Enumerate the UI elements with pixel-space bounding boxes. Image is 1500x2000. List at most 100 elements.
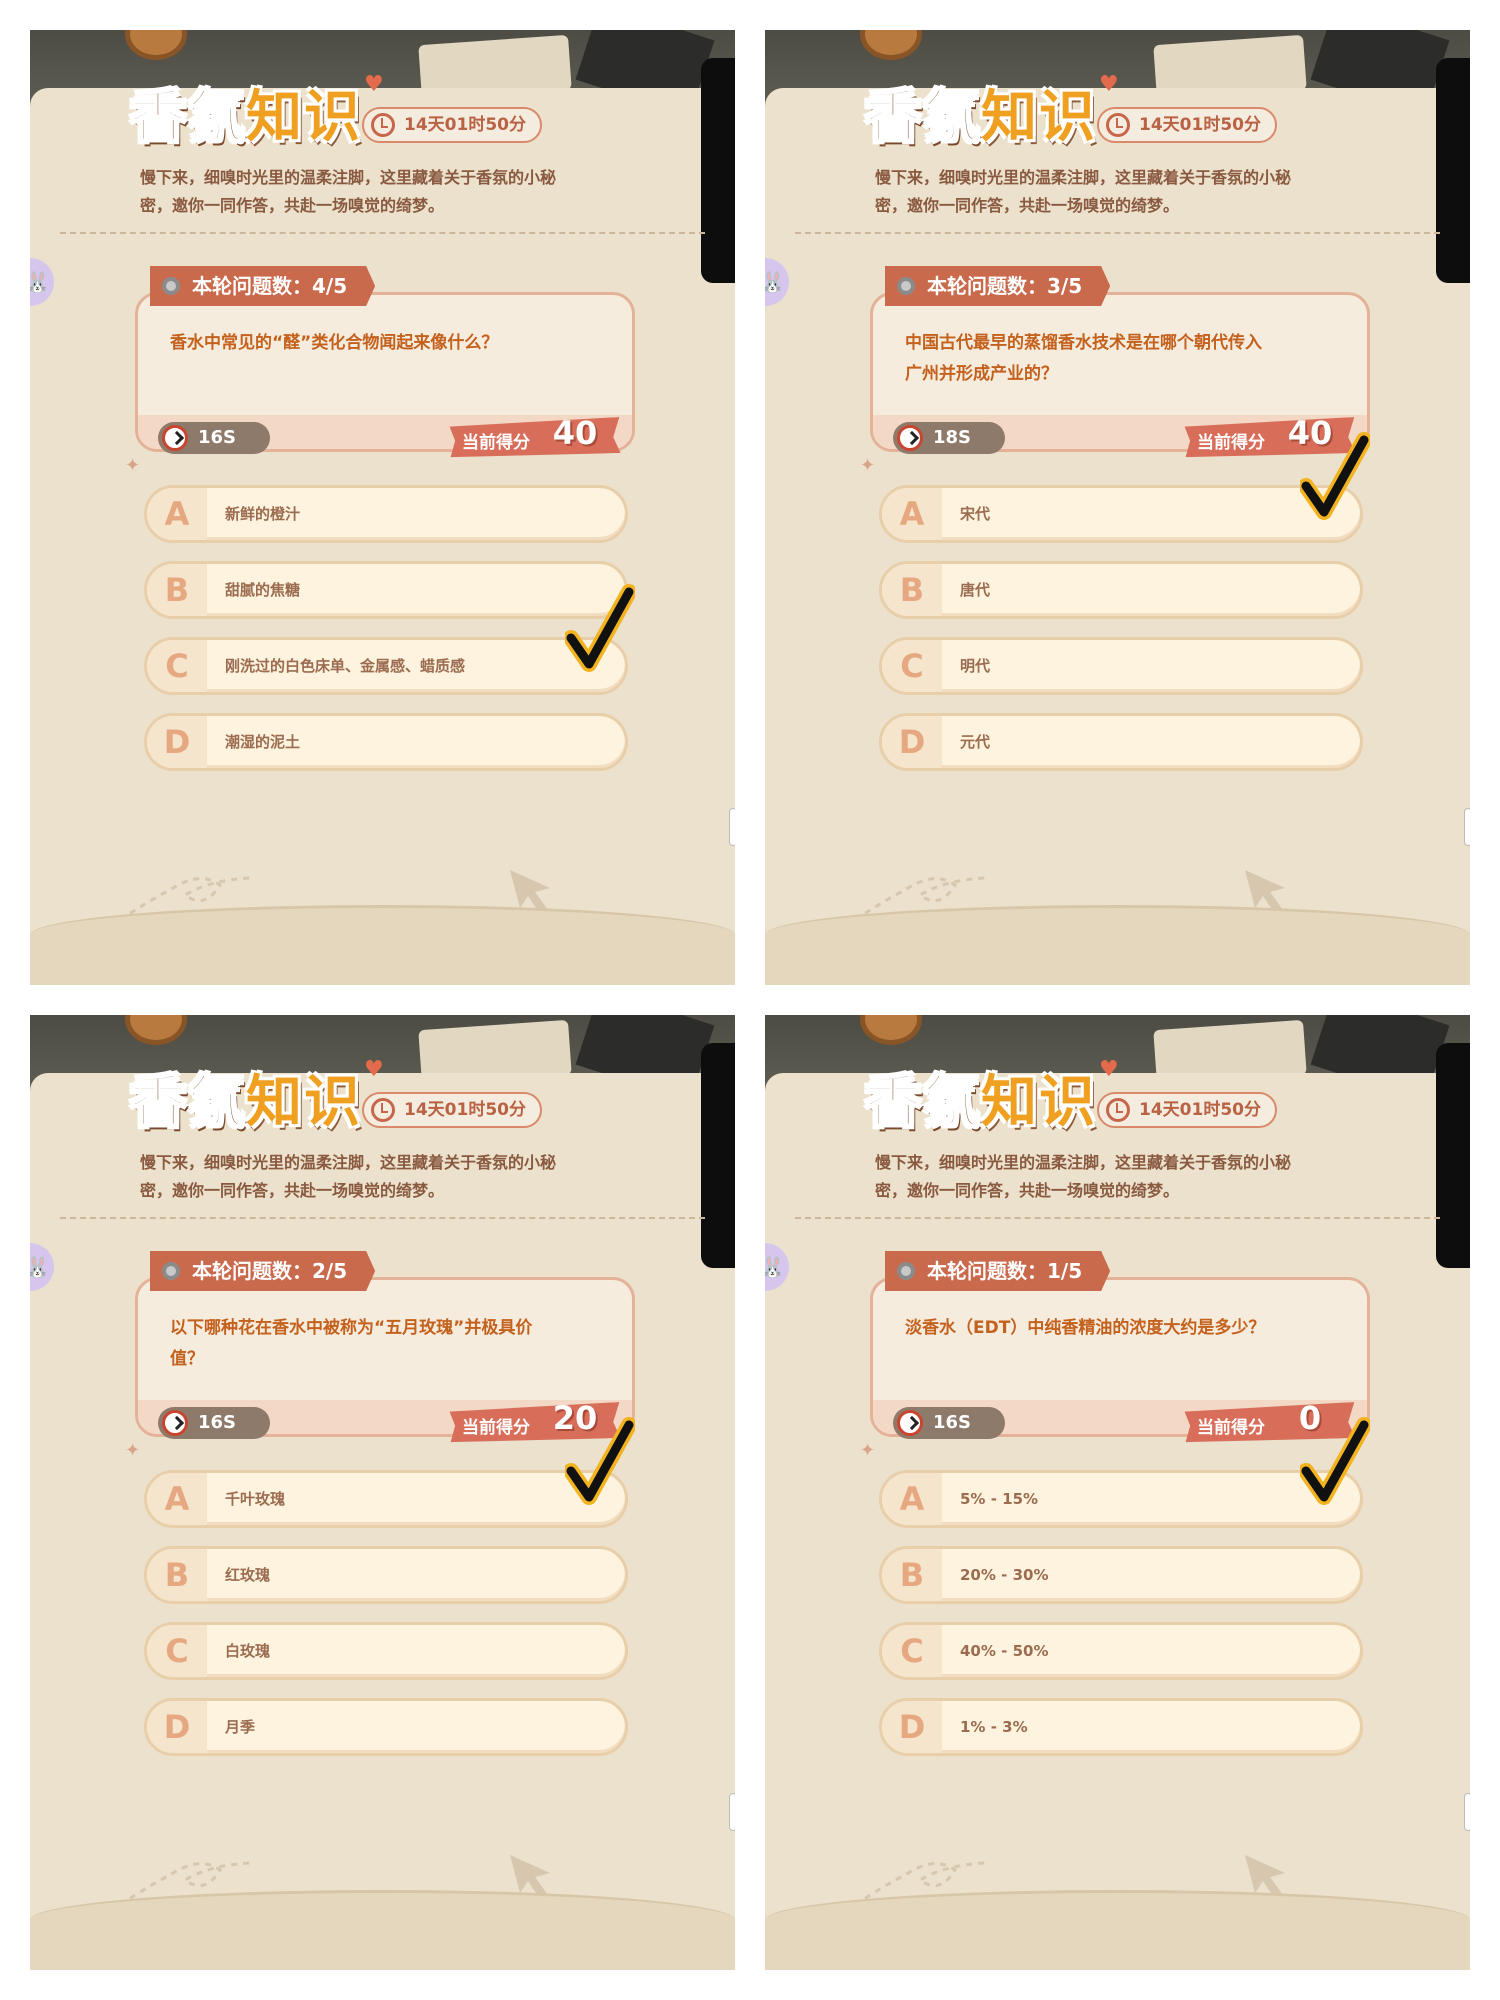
clock-icon xyxy=(1106,1098,1130,1122)
option-b[interactable]: B 唐代 xyxy=(879,561,1363,619)
heart-icon: ♥ xyxy=(364,1057,386,1082)
title-part2: 知识 xyxy=(981,1070,1097,1135)
divider xyxy=(60,232,705,234)
scroll-bar[interactable] xyxy=(701,1043,735,1268)
score-label: 当前得分 xyxy=(462,1418,530,1438)
check-mark-icon xyxy=(1300,432,1370,520)
title-part1: 香氛 xyxy=(864,1069,981,1136)
option-text: 明代 xyxy=(960,657,991,675)
question-line: 广州并形成产业的？ xyxy=(905,364,1058,384)
coin-decoration xyxy=(860,1015,922,1045)
option-letter: C xyxy=(882,640,942,692)
countdown-pill: 14天01时50分 xyxy=(1097,1092,1277,1128)
option-a[interactable]: A 千叶玫瑰 xyxy=(144,1470,628,1528)
check-mark-icon xyxy=(565,1417,635,1505)
page-title: 香氛 知识 ♥ xyxy=(129,72,386,153)
round-label: 本轮问题数： xyxy=(192,274,312,298)
sparkle-icon: ✦ xyxy=(125,1440,141,1461)
score-label: 当前得分 xyxy=(1197,433,1265,453)
option-text: 新鲜的橙汁 xyxy=(225,505,301,523)
option-a[interactable]: A 5% - 15% xyxy=(879,1470,1363,1528)
side-handle[interactable] xyxy=(729,808,735,846)
option-a[interactable]: A 新鲜的橙汁 xyxy=(144,485,628,543)
intro-line: 慢下来，细嗅时光里的温柔注脚，这里藏着关于香氛的小秘 xyxy=(875,168,1292,187)
footer-frame xyxy=(765,1890,1470,1970)
question-text: 淡香水（EDT）中纯香精油的浓度大约是多少？ xyxy=(905,1313,1340,1344)
quiz-screen-4: 🐰 香氛 知识 ♥ 14天01时50分 慢下来，细嗅时光里的温柔注脚，这里藏着关… xyxy=(765,1015,1470,1970)
intro-text: 慢下来，细嗅时光里的温柔注脚，这里藏着关于香氛的小秘 密，邀你一同作答，共赴一场… xyxy=(140,164,660,220)
round-label: 本轮问题数： xyxy=(927,1259,1047,1283)
footer-frame xyxy=(765,905,1470,985)
coin-decoration xyxy=(125,1015,187,1045)
side-handle[interactable] xyxy=(1464,808,1470,846)
score-value: 40 xyxy=(552,414,598,452)
scroll-bar[interactable] xyxy=(1436,58,1470,283)
side-handle[interactable] xyxy=(1464,1793,1470,1831)
option-d[interactable]: D 月季 xyxy=(144,1698,628,1756)
intro-line: 密，邀你一同作答，共赴一场嗅觉的绮梦。 xyxy=(140,1181,445,1200)
round-tag: 本轮问题数：4/5 xyxy=(150,266,376,306)
option-b[interactable]: B 红玫瑰 xyxy=(144,1546,628,1604)
title-part2: 知识 xyxy=(246,85,362,150)
option-text: 刚洗过的白色床单、金属感、蜡质感 xyxy=(225,657,466,675)
time-remaining: 18S xyxy=(893,422,1005,454)
option-text: 白玫瑰 xyxy=(225,1642,271,1660)
option-letter: A xyxy=(147,488,207,540)
countdown-text: 14天01时50分 xyxy=(404,115,526,135)
gear-icon xyxy=(897,277,915,295)
option-d[interactable]: D 元代 xyxy=(879,713,1363,771)
gear-icon xyxy=(897,1262,915,1280)
round-count: 1/5 xyxy=(1047,1259,1083,1283)
side-handle[interactable] xyxy=(729,1793,735,1831)
option-d[interactable]: D 1% - 3% xyxy=(879,1698,1363,1756)
option-c[interactable]: C 白玫瑰 xyxy=(144,1622,628,1680)
gear-icon xyxy=(162,1262,180,1280)
coin-decoration xyxy=(860,30,922,60)
intro-line: 慢下来，细嗅时光里的温柔注脚，这里藏着关于香氛的小秘 xyxy=(875,1153,1292,1172)
countdown-text: 14天01时50分 xyxy=(1139,1100,1261,1120)
option-letter: B xyxy=(147,564,207,616)
option-text: 1% - 3% xyxy=(960,1718,1028,1736)
option-c[interactable]: C 40% - 50% xyxy=(879,1622,1363,1680)
option-d[interactable]: D 潮湿的泥土 xyxy=(144,713,628,771)
intro-text: 慢下来，细嗅时光里的温柔注脚，这里藏着关于香氛的小秘 密，邀你一同作答，共赴一场… xyxy=(875,164,1395,220)
option-text: 宋代 xyxy=(960,505,991,523)
question-line: 中国古代最早的蒸馏香水技术是在哪个朝代传入 xyxy=(905,333,1262,353)
stopwatch-icon xyxy=(897,1410,923,1436)
option-a[interactable]: A 宋代 xyxy=(879,485,1363,543)
option-b[interactable]: B 甜腻的焦糖 xyxy=(144,561,628,619)
option-c[interactable]: C 明代 xyxy=(879,637,1363,695)
timer-text: 18S xyxy=(933,427,972,448)
sparkle-icon: ✦ xyxy=(125,455,141,476)
option-b[interactable]: B 20% - 30% xyxy=(879,1546,1363,1604)
option-c[interactable]: C 刚洗过的白色床单、金属感、蜡质感 xyxy=(144,637,628,695)
divider xyxy=(795,1217,1440,1219)
option-text: 甜腻的焦糖 xyxy=(225,581,301,599)
quiz-screen-3: 🐰 香氛 知识 ♥ 14天01时50分 慢下来，细嗅时光里的温柔注脚，这里藏着关… xyxy=(30,1015,735,1970)
question-text: 中国古代最早的蒸馏香水技术是在哪个朝代传入 广州并形成产业的？ xyxy=(905,328,1340,390)
option-letter: B xyxy=(882,564,942,616)
coin-decoration xyxy=(125,30,187,60)
divider xyxy=(795,232,1440,234)
option-text: 红玫瑰 xyxy=(225,1566,271,1584)
clock-icon xyxy=(1106,113,1130,137)
countdown-text: 14天01时50分 xyxy=(1139,115,1261,135)
option-letter: D xyxy=(147,716,207,768)
score-label: 当前得分 xyxy=(1197,1418,1265,1438)
question-line: 以下哪种花在香水中被称为“五月玫瑰”并极具价 xyxy=(170,1318,533,1338)
intro-text: 慢下来，细嗅时光里的温柔注脚，这里藏着关于香氛的小秘 密，邀你一同作答，共赴一场… xyxy=(875,1149,1395,1205)
option-letter: A xyxy=(882,1473,942,1525)
title-part1: 香氛 xyxy=(129,84,246,151)
check-mark-icon xyxy=(1300,1417,1370,1505)
option-text: 潮湿的泥土 xyxy=(225,733,301,751)
scroll-bar[interactable] xyxy=(701,58,735,283)
option-text: 20% - 30% xyxy=(960,1566,1049,1584)
question-line: 淡香水（EDT）中纯香精油的浓度大约是多少？ xyxy=(905,1318,1266,1338)
stopwatch-icon xyxy=(162,1410,188,1436)
round-tag: 本轮问题数：2/5 xyxy=(150,1251,376,1291)
score-label: 当前得分 xyxy=(462,433,530,453)
option-text: 唐代 xyxy=(960,581,991,599)
heart-icon: ♥ xyxy=(1099,1057,1121,1082)
scroll-bar[interactable] xyxy=(1436,1043,1470,1268)
question-text: 香水中常见的“醛”类化合物闻起来像什么？ xyxy=(170,328,605,359)
